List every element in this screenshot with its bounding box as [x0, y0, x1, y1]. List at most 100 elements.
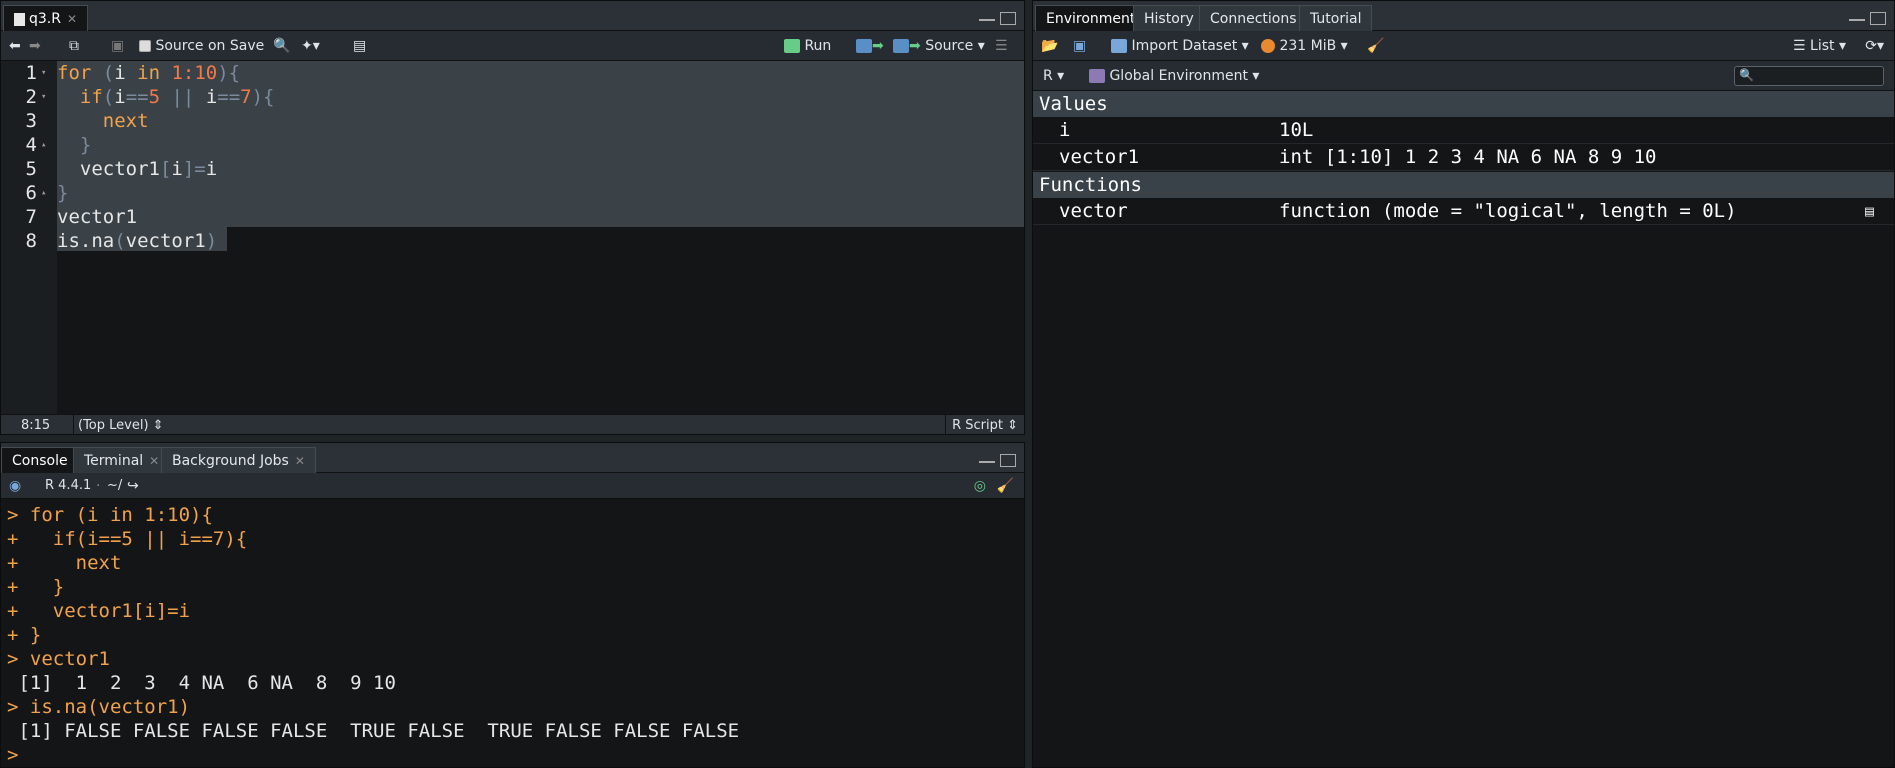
source-on-save-checkbox[interactable]: Source on Save: [139, 36, 264, 56]
language-selector[interactable]: R ▾: [1043, 66, 1064, 86]
save-icon[interactable]: ▣: [111, 36, 124, 56]
fold-end-icon: ▴: [41, 140, 47, 150]
tab-terminal[interactable]: Terminal ✕: [73, 447, 171, 473]
clear-console-icon[interactable]: 🧹: [997, 476, 1014, 496]
find-icon[interactable]: 🔍: [273, 36, 290, 56]
environment-scope-bar: R ▾ Global Environment ▾ 🔍: [1033, 61, 1894, 91]
rerun-icon: [856, 39, 872, 53]
view-function-icon[interactable]: ▤: [1865, 198, 1874, 225]
console-prompt[interactable]: >: [7, 743, 30, 767]
line-number: 5: [25, 158, 37, 180]
source-button[interactable]: ➡ Source ▾: [893, 36, 985, 56]
working-directory[interactable]: ~/: [107, 476, 122, 496]
minimize-icon[interactable]: [979, 17, 995, 21]
line-number: 1: [25, 62, 37, 84]
import-dataset-label: Import Dataset: [1131, 38, 1238, 54]
close-icon[interactable]: ✕: [67, 12, 77, 26]
scope-selector[interactable]: Global Environment ▾: [1089, 66, 1259, 86]
memory-pie-icon: [1261, 39, 1275, 53]
line-number: 7: [25, 206, 37, 228]
variable-name: vector1: [1059, 146, 1140, 168]
functions-header: Functions: [1033, 172, 1894, 198]
notebook-icon[interactable]: ▤: [353, 36, 366, 56]
r-version: R 4.4.1: [45, 478, 92, 493]
console-line: > for (i in 1:10){: [7, 504, 213, 526]
function-signature: function (mode = "logical", length = 0L): [1279, 200, 1737, 222]
save-workspace-icon[interactable]: ▣: [1073, 36, 1086, 56]
memory-usage-button[interactable]: 231 MiB ▾: [1261, 36, 1348, 56]
maximize-icon[interactable]: [1000, 454, 1016, 467]
show-in-window-icon[interactable]: ⧉: [69, 36, 79, 56]
environment-icon: [1089, 69, 1105, 83]
editor-window-buttons: [974, 11, 1016, 27]
view-mode-button[interactable]: ☰ List ▾: [1793, 36, 1846, 56]
line-number: 2: [25, 86, 37, 108]
refresh-icon[interactable]: ⟳▾: [1865, 36, 1884, 56]
code-editor[interactable]: 1 ▾ 2 ▾ 3 4 ▴ 5 6 ▴ 7 8 for (i in 1:10){…: [1, 61, 1024, 414]
close-icon[interactable]: ✕: [295, 454, 305, 468]
tab-tutorial[interactable]: Tutorial: [1299, 5, 1373, 31]
environment-tabbar: Environment History Connections Tutorial: [1033, 1, 1894, 31]
minimize-icon[interactable]: [1849, 17, 1865, 21]
variable-value: int [1:10] 1 2 3 4 NA 6 NA 8 9 10: [1279, 146, 1657, 168]
environment-search-input[interactable]: 🔍: [1734, 66, 1884, 86]
editor-pane: q3.R ✕ ⬅ ➡ ⧉ ▣ Source on Save 🔍 ✦▾ ▤ Run …: [0, 0, 1025, 435]
fold-icon[interactable]: ▾: [41, 61, 46, 85]
tab-label: Terminal: [84, 453, 144, 469]
tab-background-jobs[interactable]: Background Jobs ✕: [161, 447, 316, 473]
clear-workspace-icon[interactable]: 🧹: [1367, 36, 1384, 56]
tab-q3-r[interactable]: q3.R ✕: [3, 5, 89, 31]
filetype-selector[interactable]: R Script ⇕: [945, 415, 1018, 434]
variable-name: i: [1059, 119, 1071, 141]
scope-selector[interactable]: (Top Level) ⇕: [73, 415, 164, 434]
env-row-vector[interactable]: vector function (mode = "logical", lengt…: [1033, 198, 1894, 225]
magic-wand-icon[interactable]: ✦▾: [301, 36, 320, 56]
table-icon: [1111, 39, 1127, 53]
fold-icon[interactable]: ▾: [41, 85, 46, 109]
tab-label: Console: [12, 453, 68, 469]
search-icon: 🔍: [1739, 68, 1754, 82]
outline-icon[interactable]: ☰: [995, 36, 1008, 56]
tab-history[interactable]: History: [1133, 5, 1205, 31]
forward-arrow-icon[interactable]: ➡: [29, 36, 41, 56]
memory-label: 231 MiB: [1279, 38, 1337, 54]
import-dataset-button[interactable]: Import Dataset ▾: [1111, 36, 1249, 56]
scope-label: (Top Level): [78, 418, 149, 433]
env-row-vector1[interactable]: vector1 int [1:10] 1 2 3 4 NA 6 NA 8 9 1…: [1033, 144, 1894, 171]
goto-directory-icon[interactable]: ↪: [127, 476, 139, 496]
maximize-icon[interactable]: [1000, 12, 1016, 25]
load-workspace-icon[interactable]: 📂: [1041, 36, 1058, 56]
tab-connections[interactable]: Connections: [1199, 5, 1308, 31]
tab-console[interactable]: Console: [1, 447, 79, 473]
tab-environment[interactable]: Environment: [1035, 5, 1147, 31]
run-button[interactable]: Run: [784, 36, 831, 56]
language-label: R: [1043, 68, 1053, 84]
console-line: + next: [7, 552, 122, 574]
minimize-icon[interactable]: [979, 459, 995, 463]
code-line: if(i==5 || i==7){: [79, 86, 275, 108]
console-line: > is.na(vector1): [7, 696, 191, 718]
editor-statusbar: 8:15 (Top Level) ⇕ R Script ⇕: [1, 414, 1024, 434]
scope-label: Global Environment: [1109, 68, 1248, 84]
code-line: vector1: [57, 206, 138, 228]
run-icon: [784, 39, 800, 53]
code-line: for (i in 1:10){: [57, 62, 241, 84]
editor-tabbar: q3.R ✕: [1, 1, 1024, 31]
close-icon[interactable]: ✕: [149, 454, 159, 468]
back-arrow-icon[interactable]: ⬅: [9, 36, 21, 56]
fold-end-icon: ▴: [41, 188, 47, 198]
r-file-icon: [14, 12, 25, 26]
variable-value: 10L: [1279, 119, 1314, 141]
env-row-i[interactable]: i 10L: [1033, 117, 1894, 144]
maximize-icon[interactable]: [1870, 12, 1886, 25]
code-line: vector1[i]=i: [57, 158, 218, 180]
rerun-button[interactable]: ➡: [856, 36, 884, 56]
console-output[interactable]: > for (i in 1:10){ + if(i==5 || i==7){ +…: [1, 499, 1024, 767]
console-line: [1] FALSE FALSE FALSE FALSE TRUE FALSE T…: [7, 720, 740, 742]
source-label: Source: [925, 38, 974, 54]
console-line: + }: [7, 624, 42, 646]
values-header: Values: [1033, 91, 1894, 117]
code-line: }: [79, 134, 92, 156]
console-line: + if(i==5 || i==7){: [7, 528, 248, 550]
environment-window-buttons: [1844, 11, 1886, 27]
